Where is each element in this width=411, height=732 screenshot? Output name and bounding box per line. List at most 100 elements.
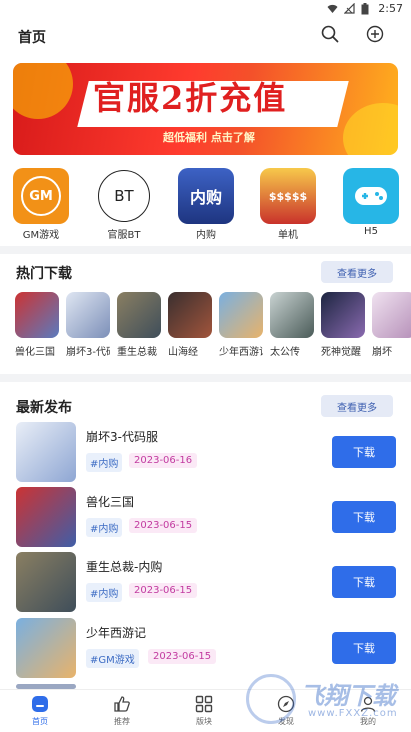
category-gm[interactable]: GM GM游戏 [6,168,76,241]
gm-game-icon: GM [13,168,69,224]
game-tag: #内购 [86,518,123,537]
top-header: 首页 [0,18,411,56]
game-tag: #内购 [86,453,123,472]
watermark-logo [246,674,296,724]
category-label: 官服BT [107,230,141,241]
tab-label: 首页 [32,717,48,726]
game-thumbnail [372,292,411,338]
section-divider [0,374,411,382]
bt-badge: BT [98,170,150,222]
hot-game-item[interactable]: 死神觉醒 [321,292,369,358]
latest-releases-title: 最新发布 [16,400,72,416]
game-thumbnail [117,292,161,338]
thumbs-up-icon [112,694,132,714]
category-h5[interactable]: H5 [336,168,406,237]
game-thumbnail [15,292,59,338]
category-bt[interactable]: BT 官服BT [89,168,159,241]
category-label: GM游戏 [22,230,60,241]
hot-downloads-list[interactable]: 兽化三国 崩坏3-代码服 重生总裁 山海经 少年西游记 太公传 死神觉醒 崩坏 [15,292,411,358]
iap-icon: 内购 [178,168,234,224]
release-date: 2023-06-15 [129,583,198,598]
game-name: 重生总裁 [117,347,157,358]
game-thumbnail [16,552,76,612]
battery-icon [361,3,372,15]
single-badge: $$$$$ [268,189,308,203]
tab-recommend[interactable]: 推荐 [92,694,152,727]
tab-label: 版块 [196,717,212,726]
category-single[interactable]: $$$$$ 单机 [253,168,323,241]
section-divider [0,246,411,254]
game-name: 死神觉醒 [321,347,361,358]
iap-badge: 内购 [189,188,222,207]
gamepad-icon [343,168,399,224]
category-label: 单机 [278,230,298,241]
category-iap[interactable]: 内购 内购 [171,168,241,241]
banner-splash [343,103,398,155]
game-name: 兽化三国 [15,347,55,358]
game-thumbnail [16,422,76,482]
hot-downloads-more-button[interactable]: 查看更多 [321,261,393,283]
game-thumbnail [270,292,314,338]
game-name: 重生总裁-内购 [86,560,163,574]
latest-game-row[interactable]: 崩坏3-代码服 #内购 2023-06-16 下载 [16,422,396,484]
game-name: 太公传 [270,347,300,358]
grid-icon [194,694,214,714]
single-player-icon: $$$$$ [260,168,316,224]
tab-home[interactable]: 首页 [10,694,70,727]
release-date: 2023-06-15 [129,518,198,533]
add-button[interactable] [363,24,387,48]
release-date: 2023-06-16 [129,453,198,468]
home-feed[interactable]: 官服2折充值 超低福利 点击了解 GM GM游戏 BT 官服BT 内购 内购 $… [0,56,411,689]
hot-game-item[interactable]: 重生总裁 [117,292,165,358]
download-button[interactable]: 下载 [332,501,396,533]
game-name: 山海经 [168,347,198,358]
hot-game-item[interactable]: 兽化三国 [15,292,63,358]
hot-game-item[interactable]: 少年西游记 [219,292,267,358]
download-button[interactable]: 下载 [332,436,396,468]
game-thumbnail [16,487,76,547]
hot-game-item[interactable]: 崩坏 [372,292,411,358]
category-label: 内购 [196,230,216,241]
banner-subtitle: 超低福利 点击了解 [163,131,255,144]
hot-game-item[interactable]: 太公传 [270,292,318,358]
game-thumbnail [321,292,365,338]
hot-game-item[interactable]: 山海经 [168,292,216,358]
game-thumbnail [168,292,212,338]
watermark-url: www.FXXZ.com [308,708,398,719]
hot-game-item[interactable]: 崩坏3-代码服 [66,292,114,358]
game-thumbnail [219,292,263,338]
latest-game-row[interactable]: 兽化三国 #内购 2023-06-15 下载 [16,487,396,549]
status-bar: 2:57 [0,0,411,18]
download-button[interactable]: 下载 [332,566,396,598]
site-watermark: 飞翔下载 www.FXXZ.com [244,672,409,728]
game-tag: #GM游戏 [86,649,139,668]
page-title: 首页 [18,30,46,46]
signal-icon [343,2,355,14]
promo-banner[interactable]: 官服2折充值 超低福利 点击了解 [13,63,398,155]
download-button[interactable]: 下载 [332,632,396,664]
latest-releases-more-button[interactable]: 查看更多 [321,395,393,417]
tab-label: 推荐 [114,717,130,726]
game-name: 少年西游记 [86,626,147,640]
game-thumbnail [66,292,110,338]
hot-downloads-title: 热门下载 [16,266,72,282]
game-tag: #内购 [86,583,123,602]
game-name: 少年西游记 [219,347,263,358]
latest-game-row[interactable]: 少年西游记 #GM游戏 2023-06-15 下载 [16,618,396,680]
bt-server-icon: BT [96,168,152,224]
tab-sections[interactable]: 版块 [174,694,234,727]
plus-circle-icon [366,25,384,47]
home-icon [30,694,50,714]
search-button[interactable] [318,24,342,48]
game-name: 崩坏3-代码服 [86,430,158,444]
game-name: 兽化三国 [86,495,135,509]
gm-badge: GM [21,176,61,216]
release-date: 2023-06-15 [148,649,217,664]
watermark-text: 飞翔下载 [300,682,396,710]
category-label: H5 [364,226,378,237]
banner-splash [13,63,73,119]
game-thumbnail [16,618,76,678]
game-name: 崩坏3-代码服 [66,347,110,358]
game-name: 崩坏 [372,347,392,358]
latest-game-row[interactable]: 重生总裁-内购 #内购 2023-06-15 下载 [16,552,396,614]
